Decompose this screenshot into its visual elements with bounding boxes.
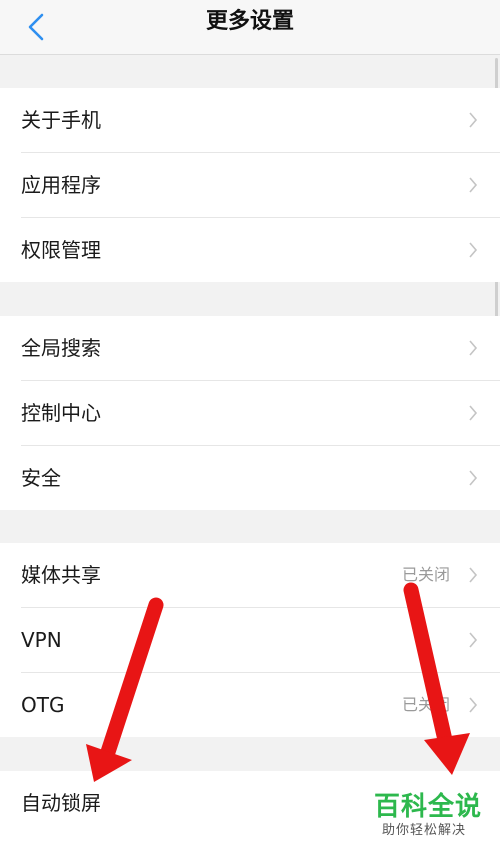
red-arrow-right	[403, 582, 470, 775]
annotation-arrows	[86, 582, 470, 782]
watermark-subtitle: 助你轻松解决	[382, 823, 467, 838]
watermark-title: 百科全说	[374, 792, 483, 822]
red-arrow-left	[86, 597, 164, 782]
